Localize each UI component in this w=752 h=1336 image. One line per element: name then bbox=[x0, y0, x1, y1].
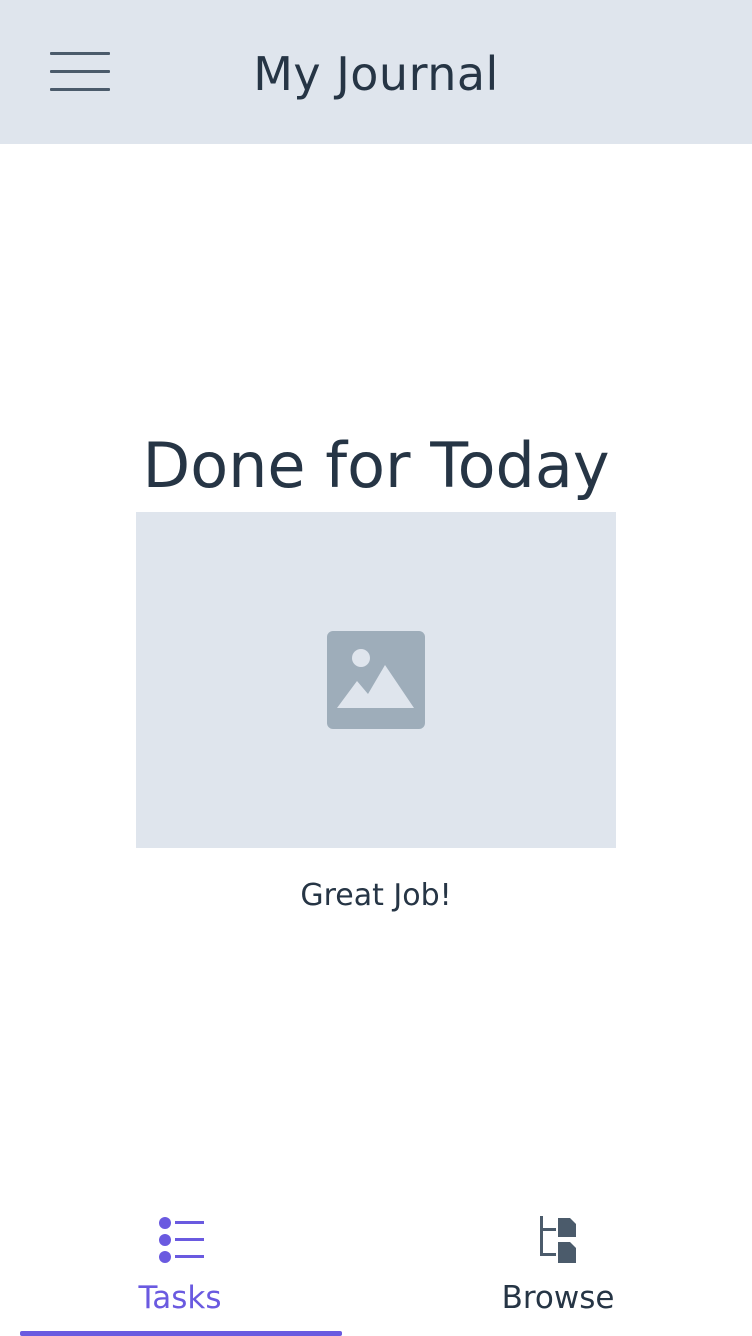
tab-browse[interactable]: Browse bbox=[398, 1200, 718, 1336]
app-bar: My Journal bbox=[0, 0, 752, 144]
done-heading: Done for Today bbox=[142, 429, 610, 502]
image-placeholder-icon bbox=[327, 631, 425, 729]
tab-tasks[interactable]: Tasks bbox=[20, 1200, 340, 1336]
tab-tasks-label: Tasks bbox=[138, 1280, 222, 1316]
task-list-icon bbox=[159, 1217, 204, 1263]
tab-browse-label: Browse bbox=[501, 1280, 615, 1316]
caption: Great Job! bbox=[300, 878, 452, 913]
app-title: My Journal bbox=[253, 47, 499, 101]
browse-tree-icon bbox=[540, 1216, 576, 1263]
image-placeholder bbox=[136, 512, 616, 848]
selected-tab-indicator bbox=[20, 1331, 342, 1336]
